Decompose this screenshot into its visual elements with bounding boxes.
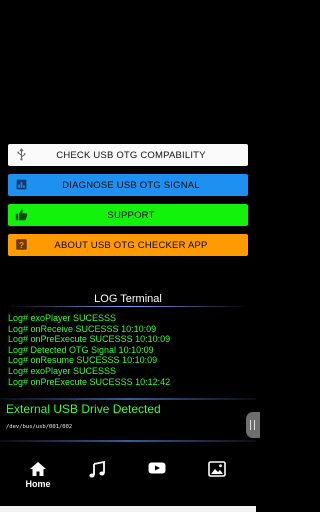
nav-music[interactable] [77,455,117,495]
gallery-icon [208,461,226,477]
log-terminal-title: LOG Terminal [94,293,162,305]
terminal-divider [8,306,248,307]
log-line: Log# onPreExecute SUCESSS 10:12:42 [8,376,171,387]
youtube-icon [148,462,166,474]
device-path: /dev/bus/usb/001/002 [6,424,73,430]
log-terminal[interactable]: Log# exoPlayer SUCESSS Log# onReceive SU… [8,308,248,394]
diagnose-usb-otg-button[interactable]: DIAGNOSE USB OTG SIGNAL [8,174,248,196]
about-app-button[interactable]: ? ABOUT USB OTG CHECKER APP [8,234,248,256]
nav-divider [0,440,256,442]
support-label: SUPPORT [107,209,155,221]
check-usb-otg-label: CHECK USB OTG COMPABILITY [56,149,206,161]
log-line: Log# exoPlayer SUCESSS [8,313,117,323]
nav-home[interactable]: Home [18,455,58,495]
log-line: Log# exoPlayer SUCESSS [8,365,117,376]
nav-home-label: Home [25,479,51,489]
svg-text:?: ? [19,241,24,250]
music-icon [89,461,105,478]
log-line: Log# onPreExecute SUCESSS 10:10:09 [8,334,171,345]
log-line-partial [8,308,248,313]
about-app-label: ABOUT USB OTG CHECKER APP [54,239,208,251]
log-line: Log# onReceive SUCESSS 10:10:09 [8,323,157,334]
bottom-navigation: Home [0,455,256,500]
log-line: Log# onResume SUCESSS 10:10:09 [8,355,158,366]
usb-detected-status: External USB Drive Detected [6,402,161,416]
chart-icon [16,179,27,190]
usb-icon [17,148,26,161]
nav-gallery[interactable] [197,455,237,495]
thumbs-up-icon [15,209,28,221]
nav-youtube[interactable] [137,455,177,495]
support-button[interactable]: SUPPORT [8,204,248,226]
section-divider [0,398,256,400]
log-line: Log# Detected OTG Signal 10:10:09 [8,344,154,355]
system-gesture-bar [0,506,256,512]
side-drawer-handle[interactable] [246,412,260,438]
check-usb-otg-button[interactable]: CHECK USB OTG COMPABILITY [8,144,248,166]
home-icon [30,462,46,476]
help-icon: ? [16,239,27,250]
diagnose-usb-otg-label: DIAGNOSE USB OTG SIGNAL [62,179,200,191]
